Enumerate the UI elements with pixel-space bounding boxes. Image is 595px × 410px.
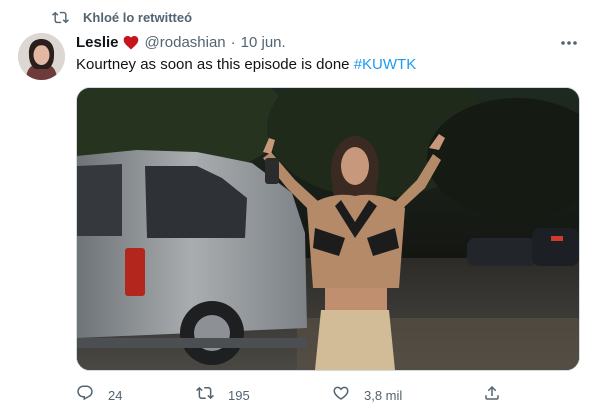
retweet-button[interactable]: 195 [196,384,250,406]
separator: · [230,34,236,51]
author-name[interactable]: Leslie [76,34,119,51]
retweet-action-icon [196,384,214,407]
tweet-actions: 24 195 3,8 mil [76,384,516,406]
tweet-text: Kourtney as soon as this episode is done… [76,56,416,73]
tweet[interactable]: Khloé lo retwitteó Leslie @rodashian · 1… [0,0,595,410]
tweet-header: Leslie @rodashian · 10 jun. [76,34,286,51]
tweet-photo[interactable] [76,87,580,371]
retweet-count: 195 [228,387,250,403]
reply-button[interactable]: 24 [76,384,122,406]
reply-icon [76,384,94,407]
tweet-text-content: Kourtney as soon as this episode is done [76,56,350,73]
hashtag-link[interactable]: #KUWTK [354,56,417,73]
tweet-date[interactable]: 10 jun. [241,34,286,51]
avatar[interactable] [18,33,65,80]
share-icon [483,384,501,407]
red-heart-icon [123,35,139,50]
like-count: 3,8 mil [364,387,403,403]
more-options-icon[interactable] [559,34,579,52]
author-handle[interactable]: @rodashian [145,34,226,51]
retweet-banner: Khloé lo retwitteó [52,8,192,26]
retweet-icon [52,9,69,26]
heart-icon [332,384,350,407]
retweet-label[interactable]: Khloé lo retwitteó [83,10,192,25]
like-button[interactable]: 3,8 mil [332,384,402,406]
reply-count: 24 [108,387,123,403]
share-button[interactable] [483,384,501,406]
